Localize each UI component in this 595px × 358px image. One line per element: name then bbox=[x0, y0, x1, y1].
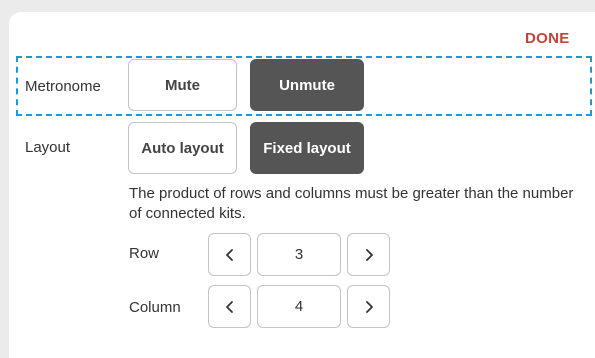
mute-button[interactable]: Mute bbox=[128, 59, 237, 111]
column-label: Column bbox=[129, 299, 181, 316]
settings-panel: DONE Metronome Mute Unmute Layout Auto l… bbox=[9, 12, 595, 358]
row-decrement-button[interactable] bbox=[208, 233, 251, 276]
chevron-right-icon bbox=[365, 300, 373, 313]
metronome-label: Metronome bbox=[25, 78, 101, 95]
unmute-button[interactable]: Unmute bbox=[250, 59, 364, 111]
auto-layout-button[interactable]: Auto layout bbox=[128, 122, 237, 174]
layout-label: Layout bbox=[25, 139, 71, 156]
fixed-layout-button[interactable]: Fixed layout bbox=[250, 122, 364, 174]
layout-note: The product of rows and columns must be … bbox=[129, 185, 574, 222]
row-value: 3 bbox=[257, 233, 341, 276]
row-increment-button[interactable] bbox=[347, 233, 390, 276]
chevron-left-icon bbox=[225, 248, 233, 261]
chevron-left-icon bbox=[225, 300, 233, 313]
column-value: 4 bbox=[257, 285, 341, 328]
column-increment-button[interactable] bbox=[347, 285, 390, 328]
done-button[interactable]: DONE bbox=[525, 30, 585, 47]
column-decrement-button[interactable] bbox=[208, 285, 251, 328]
chevron-right-icon bbox=[365, 248, 373, 261]
row-label: Row bbox=[129, 245, 160, 262]
